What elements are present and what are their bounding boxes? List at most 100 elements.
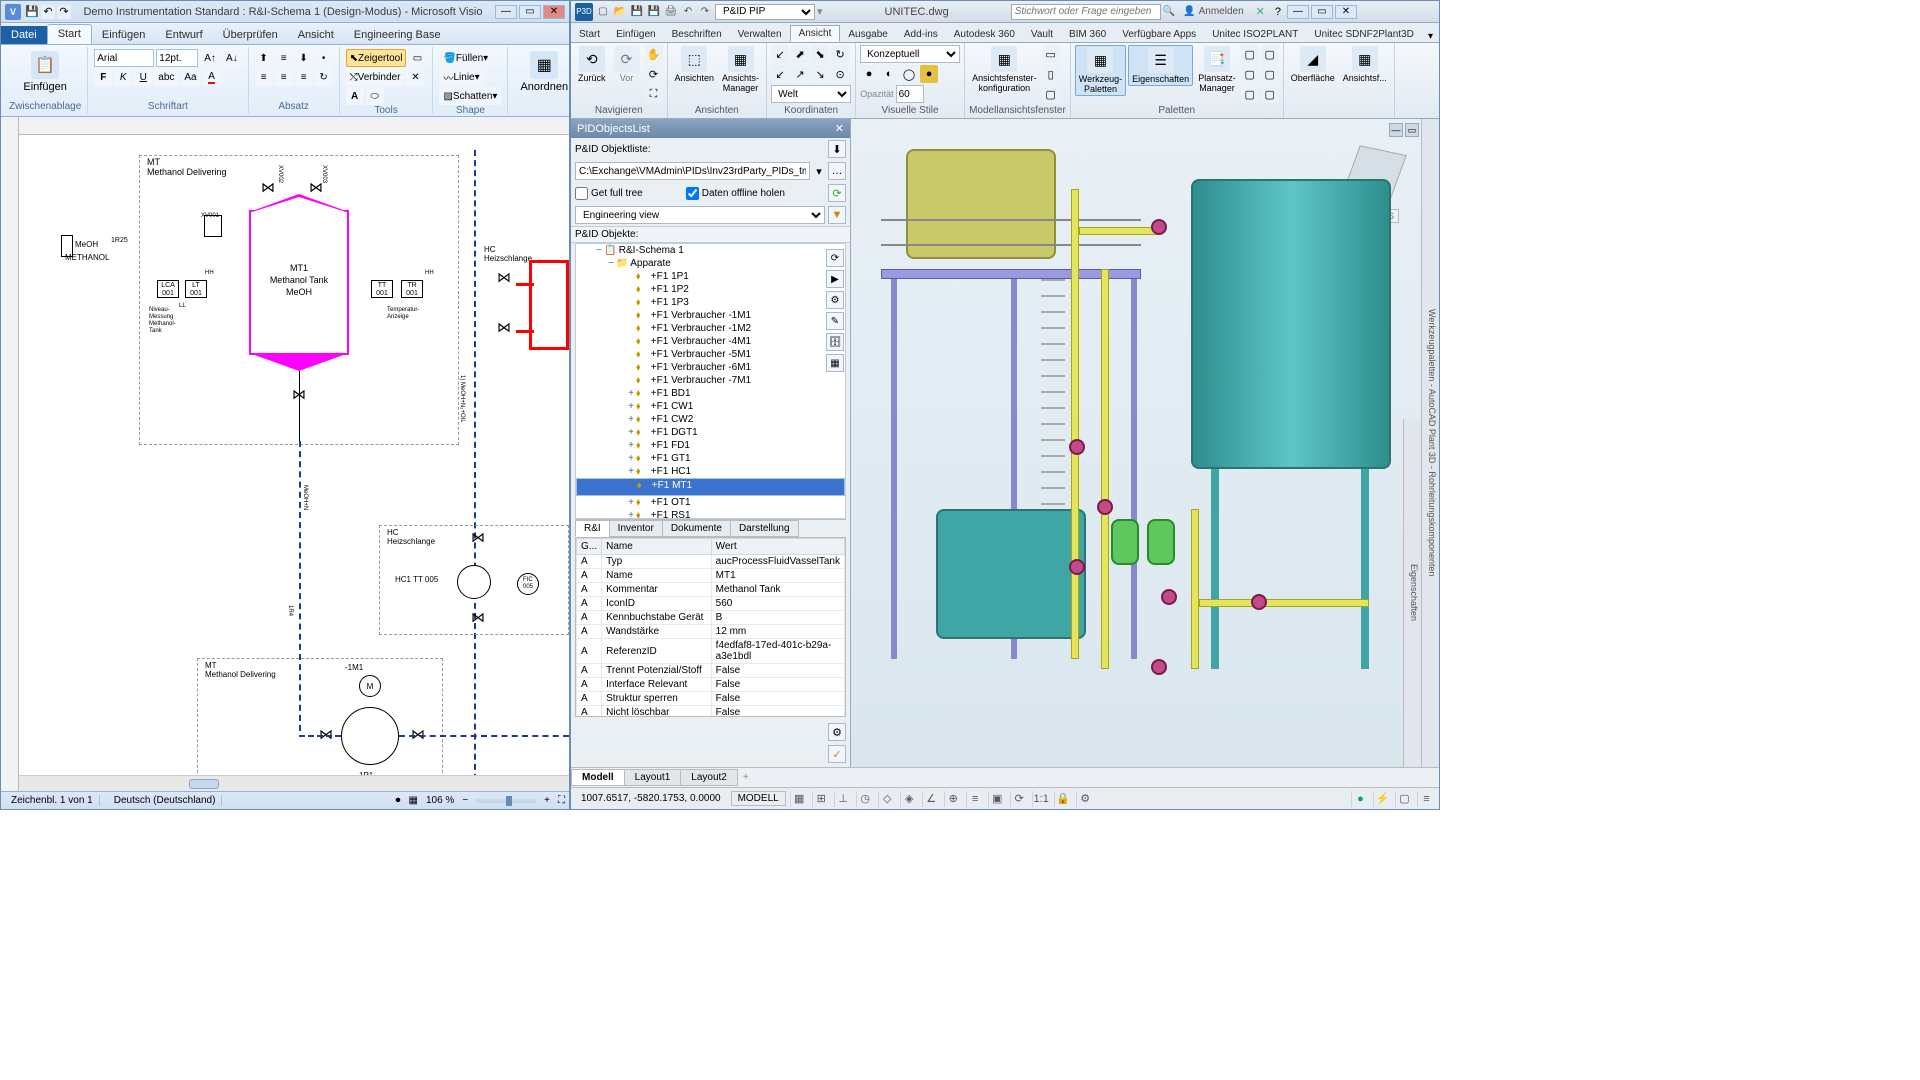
tab-addins[interactable]: Add-ins <box>896 27 946 42</box>
cycle-icon[interactable]: ⟳ <box>1010 791 1028 807</box>
tab-a360[interactable]: Autodesk 360 <box>946 27 1023 42</box>
strike-icon[interactable]: abc <box>154 68 178 86</box>
clean-icon[interactable]: ▢ <box>1395 791 1413 807</box>
align-right-icon[interactable]: ≡ <box>295 68 313 86</box>
maximize-icon[interactable]: ▭ <box>1311 5 1333 19</box>
instr-fic[interactable]: FIC 005 <box>517 573 539 595</box>
save-icon[interactable]: 💾 <box>25 5 39 19</box>
nav-fwd[interactable]: ⟳Vor <box>611 45 643 84</box>
tab-engbase[interactable]: Engineering Base <box>344 26 451 44</box>
close-icon[interactable]: ✕ <box>543 5 565 19</box>
ucs7-icon[interactable]: ↘ <box>811 65 829 83</box>
italic-icon[interactable]: K <box>114 68 132 86</box>
tab-verwalten[interactable]: Verwalten <box>730 27 790 42</box>
tab-start[interactable]: Start <box>47 24 92 44</box>
lwt-icon[interactable]: ≡ <box>966 791 984 807</box>
prop-row[interactable]: AInterface RelevantFalse <box>577 678 845 692</box>
filter-icon[interactable]: ▼ <box>828 206 846 224</box>
tree-item[interactable]: ⬧ +F1 1P2 <box>576 283 845 296</box>
connector-tool[interactable]: ⤭ Verbinder <box>346 68 405 86</box>
maximize-icon[interactable]: ▭ <box>519 5 541 19</box>
pump-1[interactable] <box>1111 519 1139 565</box>
proptab-inventor[interactable]: Inventor <box>609 520 663 537</box>
arrange-button[interactable]: ▦Anordnen <box>514 49 574 95</box>
file-tab[interactable]: Datei <box>1 26 47 44</box>
tree-item[interactable]: +⬧ +F1 DGT1 <box>576 426 845 439</box>
circle-exchanger[interactable] <box>457 565 491 599</box>
viewport-button[interactable]: ▦Ansichtsf... <box>1340 45 1390 84</box>
surface-button[interactable]: ◢Oberfläche <box>1288 45 1338 84</box>
vessel-main[interactable] <box>1191 179 1391 469</box>
pal1-icon[interactable]: ▢ <box>1241 45 1259 63</box>
proptab-docs[interactable]: Dokumente <box>662 520 731 537</box>
align-center-icon[interactable]: ≡ <box>275 68 293 86</box>
polar-icon[interactable]: ◷ <box>856 791 874 807</box>
side-run-icon[interactable]: ▶ <box>826 270 844 288</box>
annoscale-icon[interactable]: 🔒 <box>1054 791 1072 807</box>
shrink-font-icon[interactable]: A↓ <box>222 49 242 67</box>
palette-bar-1[interactable]: Werkzeugpaletten - AutoCAD Plant 3D - Ro… <box>1421 119 1439 767</box>
pal6-icon[interactable]: ▢ <box>1261 85 1279 103</box>
pointer-tool[interactable]: ⬉ Zeigertool <box>346 49 407 67</box>
pipe-2[interactable] <box>1101 269 1109 669</box>
tree-item[interactable]: ⬧ +F1 Verbraucher -5M1 <box>576 348 845 361</box>
instr-tt[interactable]: TT 001 <box>371 280 393 298</box>
download-icon[interactable]: ⬇ <box>828 140 846 158</box>
instr-lt[interactable]: LT 001 <box>185 280 207 298</box>
browse-button[interactable]: … <box>828 162 846 180</box>
line-button[interactable]: 〰 Linie ▾ <box>439 68 483 86</box>
orbit-icon[interactable]: ⟳ <box>645 65 663 83</box>
pal3-icon[interactable]: ▢ <box>1241 85 1259 103</box>
new-icon[interactable]: ▢ <box>595 4 611 20</box>
instr-lca[interactable]: LCA 001 <box>157 280 179 298</box>
tree-item[interactable]: +⬧ +F1 CW1 <box>576 400 845 413</box>
vp-max-icon[interactable]: ▭ <box>1405 123 1419 137</box>
vp1-icon[interactable]: ▭ <box>1042 45 1060 63</box>
side-gear-icon[interactable]: ⚙ <box>826 291 844 309</box>
tank-mt1[interactable]: MT1 Methanol Tank MeOH <box>249 210 349 355</box>
side-edit-icon[interactable]: ✎ <box>826 312 844 330</box>
vp2-icon[interactable]: ▯ <box>1042 65 1060 83</box>
redo-icon[interactable]: ↷ <box>697 4 713 20</box>
tab-start[interactable]: Start <box>571 27 608 42</box>
vp-min-icon[interactable]: — <box>1389 123 1403 137</box>
tree-item[interactable]: +⬧ +F1 OT1 <box>576 496 845 509</box>
undo-icon[interactable]: ↶ <box>41 5 55 19</box>
bullets-icon[interactable]: • <box>315 49 333 67</box>
tree-item[interactable]: +⬧ +F1 MT1 <box>576 478 845 496</box>
visio-canvas[interactable]: MT Methanol Delivering MeOH METHANOL 1R2… <box>19 135 569 775</box>
grow-font-icon[interactable]: A↑ <box>200 49 220 67</box>
tab-einfuegen[interactable]: Einfügen <box>608 27 663 42</box>
tree-item[interactable]: ⬧ +F1 Verbraucher -7M1 <box>576 374 845 387</box>
fontcolor-icon[interactable]: A <box>203 68 221 86</box>
otrack-icon[interactable]: ∠ <box>922 791 940 807</box>
prop-row[interactable]: AKennbuchstabe GerätB <box>577 611 845 625</box>
tree-item[interactable]: ⬧ +F1 Verbraucher -1M1 <box>576 309 845 322</box>
toolpalettes-button[interactable]: ▦Werkzeug- Paletten <box>1075 45 1126 96</box>
prop-row[interactable]: ATrennt Potenzial/StoffFalse <box>577 664 845 678</box>
prop-row[interactable]: AReferenzIDf4edfaf8-17ed-401c-b29a-a3e1b… <box>577 639 845 664</box>
vessel-2[interactable] <box>936 509 1086 639</box>
tab-ansicht[interactable]: Ansicht <box>790 25 841 42</box>
workspace-select[interactable]: P&ID PIP <box>715 4 815 20</box>
bold-icon[interactable]: F <box>94 68 112 86</box>
align-top-icon[interactable]: ⬆ <box>255 49 273 67</box>
side-grid-icon[interactable]: ▦ <box>826 354 844 372</box>
tab-layout1[interactable]: Layout1 <box>624 769 682 786</box>
help-icon[interactable]: ? <box>1271 6 1285 18</box>
tree-item[interactable]: +⬧ +F1 HC1 <box>576 465 845 478</box>
ellipse-icon[interactable]: ⬭ <box>366 87 384 105</box>
pal4-icon[interactable]: ▢ <box>1261 45 1279 63</box>
hw-icon[interactable]: ⚡ <box>1373 791 1391 807</box>
tree-item[interactable]: +⬧ +F1 CW2 <box>576 413 845 426</box>
redo-icon[interactable]: ↷ <box>57 5 71 19</box>
record-icon[interactable]: ⏺ <box>396 795 401 806</box>
ucs2-icon[interactable]: ⬈ <box>791 45 809 63</box>
side-refresh-icon[interactable]: ⟳ <box>826 249 844 267</box>
ucs-select[interactable]: Welt <box>771 85 851 103</box>
refresh-icon[interactable]: ⟳ <box>828 184 846 202</box>
properties-button[interactable]: ☰Eigenschaften <box>1128 45 1193 86</box>
sheetset-button[interactable]: 📑Plansatz- Manager <box>1195 45 1239 94</box>
vs1-icon[interactable]: ● <box>860 65 878 83</box>
vs4-icon[interactable]: ● <box>920 65 938 83</box>
